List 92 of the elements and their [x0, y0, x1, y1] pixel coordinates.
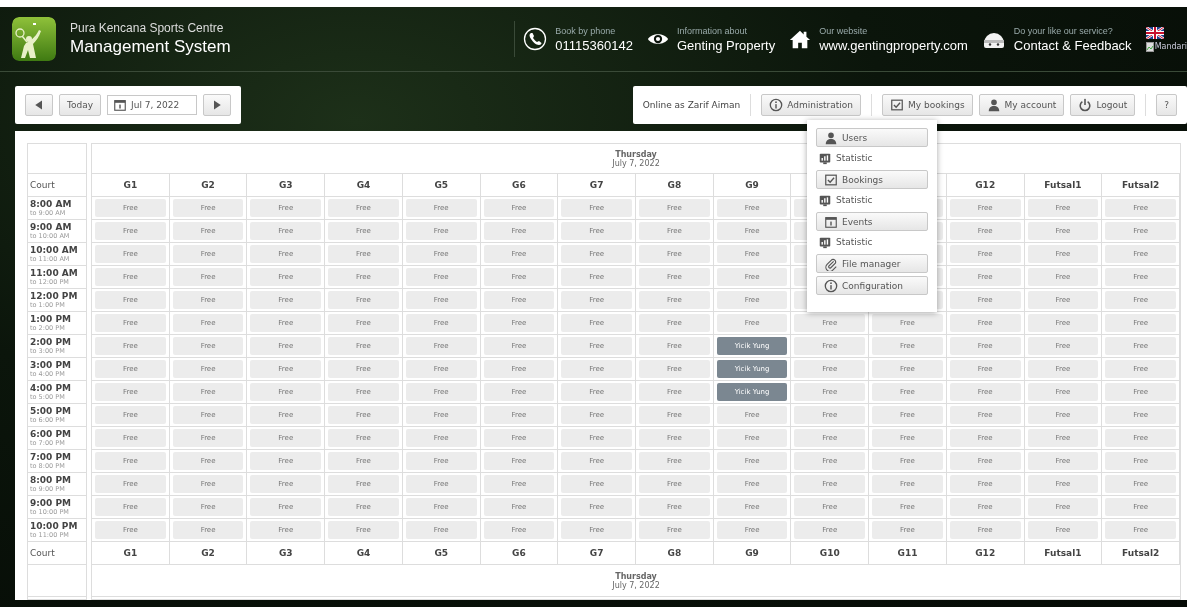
court-header: G6 [512, 180, 526, 190]
time-label: 10:00 AM [30, 245, 79, 255]
paperclip-icon [824, 256, 838, 271]
contact-caption: Book by phone [555, 25, 617, 36]
court-header: Futsal2 [1122, 180, 1160, 190]
court-header: G1 [123, 180, 138, 190]
day-name: Thursday [615, 571, 657, 581]
time-label: 6:00 PM [30, 429, 73, 439]
court-header: G11 [897, 548, 918, 558]
day-date: July 7, 2022 [612, 158, 660, 168]
phone-icon [523, 27, 548, 51]
court-header: Futsal2 [1122, 548, 1160, 558]
logout-icon [1078, 98, 1093, 112]
court-header: G10 [819, 548, 840, 558]
time-label: 1:00 PM [30, 314, 73, 324]
court-header: G4 [356, 548, 371, 558]
calendar-icon [113, 98, 128, 112]
logo-icon [12, 17, 56, 61]
court-header: G3 [278, 180, 293, 190]
previous-button[interactable] [25, 94, 53, 116]
court-header: G2 [201, 548, 215, 558]
today-button[interactable]: Today [59, 94, 102, 116]
time-label: 11:00 AM [30, 268, 79, 278]
site-title: Management System [70, 37, 231, 57]
court-header: G9 [745, 180, 759, 190]
time-label: 8:00 AM [30, 199, 73, 209]
time-label: 4:00 PM [30, 383, 73, 393]
day-name: Thursday [615, 149, 657, 159]
contact-caption: Do your like our service? [1013, 25, 1114, 36]
court-header: G12 [975, 180, 996, 190]
menu-link[interactable]: Statistic [816, 149, 928, 166]
date-field[interactable]: Jul 7, 2022 [107, 95, 198, 115]
court-header: G6 [512, 548, 526, 558]
time-label: 3:00 PM [30, 360, 73, 370]
court-header: G7 [589, 548, 604, 558]
time-label: 12:00 PM [30, 291, 79, 301]
column-label: Court [30, 180, 56, 190]
user-icon [824, 130, 838, 145]
court-header: G5 [434, 180, 449, 190]
court-header: G1 [123, 548, 138, 558]
contact-caption: Information about [676, 25, 748, 36]
online-status: Online as Zarif Aiman [642, 100, 741, 110]
house-icon [789, 28, 812, 50]
court-header: G8 [667, 548, 682, 558]
site-subtitle: Pura Kencana Sports Centre [70, 21, 225, 35]
toolbar-button[interactable]: My account [978, 94, 1065, 116]
toolbar-button[interactable]: My bookings [882, 94, 973, 116]
toolbar-button[interactable]: Administration [761, 94, 862, 116]
info-icon [769, 98, 784, 112]
menu-button[interactable]: Events [816, 212, 928, 231]
time-label: 2:00 PM [30, 337, 73, 347]
court-header: G7 [589, 180, 604, 190]
court-header: Futsal1 [1044, 180, 1082, 190]
court-header: G2 [201, 180, 215, 190]
court-header: G4 [356, 180, 371, 190]
court-header: G5 [434, 548, 449, 558]
column-label: Court [30, 548, 56, 558]
calendar-icon [824, 214, 838, 229]
left-arrow-icon [33, 99, 45, 111]
info-icon [824, 278, 838, 293]
court-header: G9 [745, 548, 759, 558]
time-label: 8:00 PM [30, 475, 73, 485]
toolbar-button[interactable]: Logout [1070, 94, 1136, 116]
court-header: G3 [278, 548, 293, 558]
user-icon [986, 98, 1001, 112]
contact-link[interactable]: Genting Property [676, 37, 776, 53]
time-label: 5:00 PM [30, 406, 73, 416]
broken-image-icon [1145, 41, 1154, 52]
time-label: 9:00 PM [30, 498, 73, 508]
contact-link[interactable]: Contact & Feedback [1013, 37, 1132, 53]
next-button[interactable] [203, 94, 232, 116]
menu-button[interactable]: Configuration [816, 276, 928, 295]
contact-link[interactable]: 01115360142 [555, 37, 633, 53]
time-label: 10:00 PM [30, 521, 79, 531]
time-label: 7:00 PM [30, 452, 73, 462]
menu-link[interactable]: Statistic [816, 233, 928, 250]
contact-caption: Our website [819, 25, 869, 36]
menu-button[interactable]: Bookings [816, 170, 928, 189]
toolbar-button[interactable]: ? [1156, 94, 1177, 116]
contact-link[interactable]: www.gentingproperty.com [819, 37, 968, 53]
flag-icon[interactable] [1145, 26, 1164, 39]
checkbox-icon [824, 172, 838, 187]
court-header: G12 [975, 548, 996, 558]
language-link[interactable]: Mandari [1154, 42, 1187, 51]
menu-link[interactable]: Statistic [816, 191, 928, 208]
time-label: 9:00 AM [30, 222, 73, 232]
court-header: Futsal1 [1044, 548, 1082, 558]
court-header: G8 [667, 180, 682, 190]
checkbox-icon [890, 98, 905, 112]
day-date: July 7, 2022 [612, 580, 660, 590]
menu-button[interactable]: File manager [816, 254, 928, 273]
menu-button[interactable]: Users [816, 128, 928, 147]
